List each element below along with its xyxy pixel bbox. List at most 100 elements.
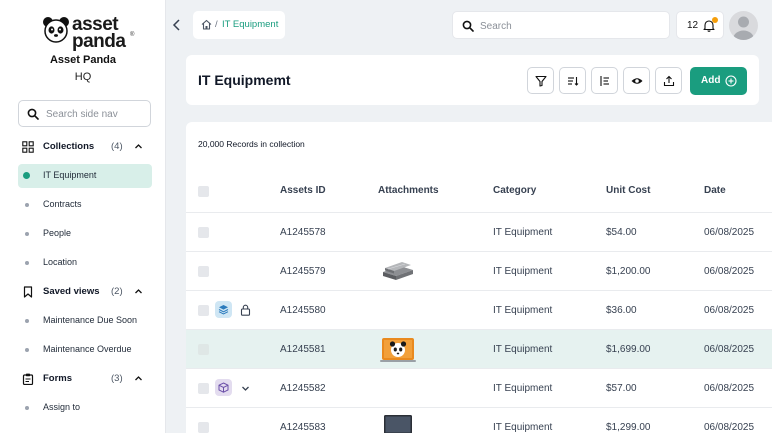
cell-category: IT Equipment [493,227,553,238]
plus-circle-icon [725,75,737,87]
table-row[interactable]: A1245580 IT Equipment $36.00 06/08/2025 [186,290,772,329]
add-button-label: Add [701,75,721,86]
asset-panda-logo[interactable]: asset panda ® [42,14,134,52]
sidebar-item-label: Contracts [43,199,82,209]
grid-icon [22,141,34,153]
global-search-input[interactable] [480,17,660,35]
collection-header: IT Equipmemt Add [186,55,759,105]
sidebar-item-label: Maintenance Overdue [43,344,132,354]
nav-group-label: Saved views [43,286,100,297]
table-row[interactable]: A1245583 IT Equipment $1,299.00 06/08/20… [186,407,772,433]
column-header-date[interactable]: Date [704,185,726,196]
table-row[interactable]: A1245579 IT Equipment $1,200.00 06/08/20… [186,251,772,290]
columns-icon [600,76,609,86]
nav-group-count: (3) [111,373,123,384]
row-checkbox[interactable] [198,227,209,238]
side-nav-search-input[interactable] [46,105,146,123]
sidebar-item-location[interactable]: Location [18,251,152,275]
chevron-up-icon[interactable] [134,287,143,296]
filter-button[interactable] [527,67,554,94]
cell-category: IT Equipment [493,383,553,394]
row-checkbox[interactable] [198,383,209,394]
breadcrumb-current[interactable]: IT Equipment [222,19,278,30]
notifications-button[interactable]: 12 [676,11,724,39]
sidebar-item-maintenance-due-soon[interactable]: Maintenance Due Soon [18,309,152,333]
bullet-dot [25,232,29,236]
sidebar-item-label: IT Equipment [43,170,97,180]
column-header-unit-cost[interactable]: Unit Cost [606,185,650,196]
select-all-checkbox[interactable] [198,186,209,197]
column-header-assets-id[interactable]: Assets ID [280,185,326,196]
column-header-category[interactable]: Category [493,185,536,196]
nav-group-saved-views[interactable]: Saved views (2) [0,281,166,303]
clipboard-icon [22,373,34,385]
cell-date: 06/08/2025 [704,305,755,316]
sidebar-item-assign-to[interactable]: Assign to [18,396,152,420]
chevron-up-icon[interactable] [134,142,143,151]
export-icon [663,75,675,87]
breadcrumb: / IT Equipment [193,11,285,39]
chevron-down-icon[interactable] [241,384,250,393]
stack-icon [218,305,229,315]
sidebar-item-people[interactable]: People [18,222,152,246]
add-button[interactable]: Add [690,67,747,95]
cell-asset-id: A1245579 [280,266,326,277]
cell-date: 06/08/2025 [704,266,755,277]
laptop-panda-image[interactable] [380,333,416,365]
view-button[interactable] [623,67,650,94]
columns-button[interactable] [591,67,618,94]
cell-date: 06/08/2025 [704,422,755,433]
column-header-attachments[interactable]: Attachments [378,185,439,196]
cell-asset-id: A1245578 [280,227,326,238]
sidebar: asset panda ® Asset Panda HQ Collections… [0,0,166,433]
avatar[interactable] [729,11,758,40]
row-checkbox[interactable] [198,344,209,355]
panda-icon [43,17,69,43]
cell-unit-cost: $54.00 [606,227,637,238]
lock-icon [240,304,251,316]
cell-asset-id: A1245583 [280,422,326,433]
row-checkbox[interactable] [198,266,209,277]
router-image[interactable] [380,255,416,287]
table-row[interactable]: A1245582 IT Equipment $57.00 06/08/2025 [186,368,772,407]
bullet-dot [25,203,29,207]
box-icon [218,382,229,393]
filter-icon [535,75,547,87]
global-search[interactable] [452,11,670,39]
collapse-sidebar-button[interactable] [170,15,184,35]
nav-group-count: (4) [111,141,123,152]
org-location: HQ [74,71,92,83]
export-button[interactable] [655,67,682,94]
sidebar-item-label: Maintenance Due Soon [43,315,138,325]
bookmark-icon [23,286,33,298]
home-icon[interactable] [201,19,212,30]
cell-category: IT Equipment [493,305,553,316]
sort-button[interactable] [559,67,586,94]
laptop-image[interactable] [380,411,416,433]
bullet-dot [25,319,29,323]
sort-icon [568,77,579,86]
row-type-indicator [215,301,232,318]
cell-unit-cost: $1,200.00 [606,266,651,277]
sidebar-item-label: Location [43,257,78,267]
table-row[interactable]: A1245578 IT Equipment $54.00 06/08/2025 [186,212,772,251]
sidebar-item-maintenance-overdue[interactable]: Maintenance Overdue [18,338,152,362]
nav-group-collections[interactable]: Collections (4) [0,136,166,158]
cell-category: IT Equipment [493,266,553,277]
chevron-up-icon[interactable] [134,374,143,383]
nav-group-label: Collections [43,141,95,152]
nav-group-forms[interactable]: Forms (3) [0,368,166,390]
sidebar-item-it-equipment[interactable]: IT Equipment [18,164,152,188]
row-checkbox[interactable] [198,422,209,433]
side-nav-search[interactable] [18,100,151,127]
cell-unit-cost: $1,699.00 [606,344,651,355]
sidebar-item-contracts[interactable]: Contracts [18,193,152,217]
notification-badge [712,17,718,23]
row-checkbox[interactable] [198,305,209,316]
records-table: 20,000 Records in collection Assets ID A… [186,122,772,433]
search-icon [27,108,39,120]
bullet-dot [25,406,29,410]
table-row-highlighted[interactable]: A1245581 IT Equipment $1,699.00 06/08/20… [186,329,772,368]
cell-date: 06/08/2025 [704,344,755,355]
cell-asset-id: A1245580 [280,305,326,316]
